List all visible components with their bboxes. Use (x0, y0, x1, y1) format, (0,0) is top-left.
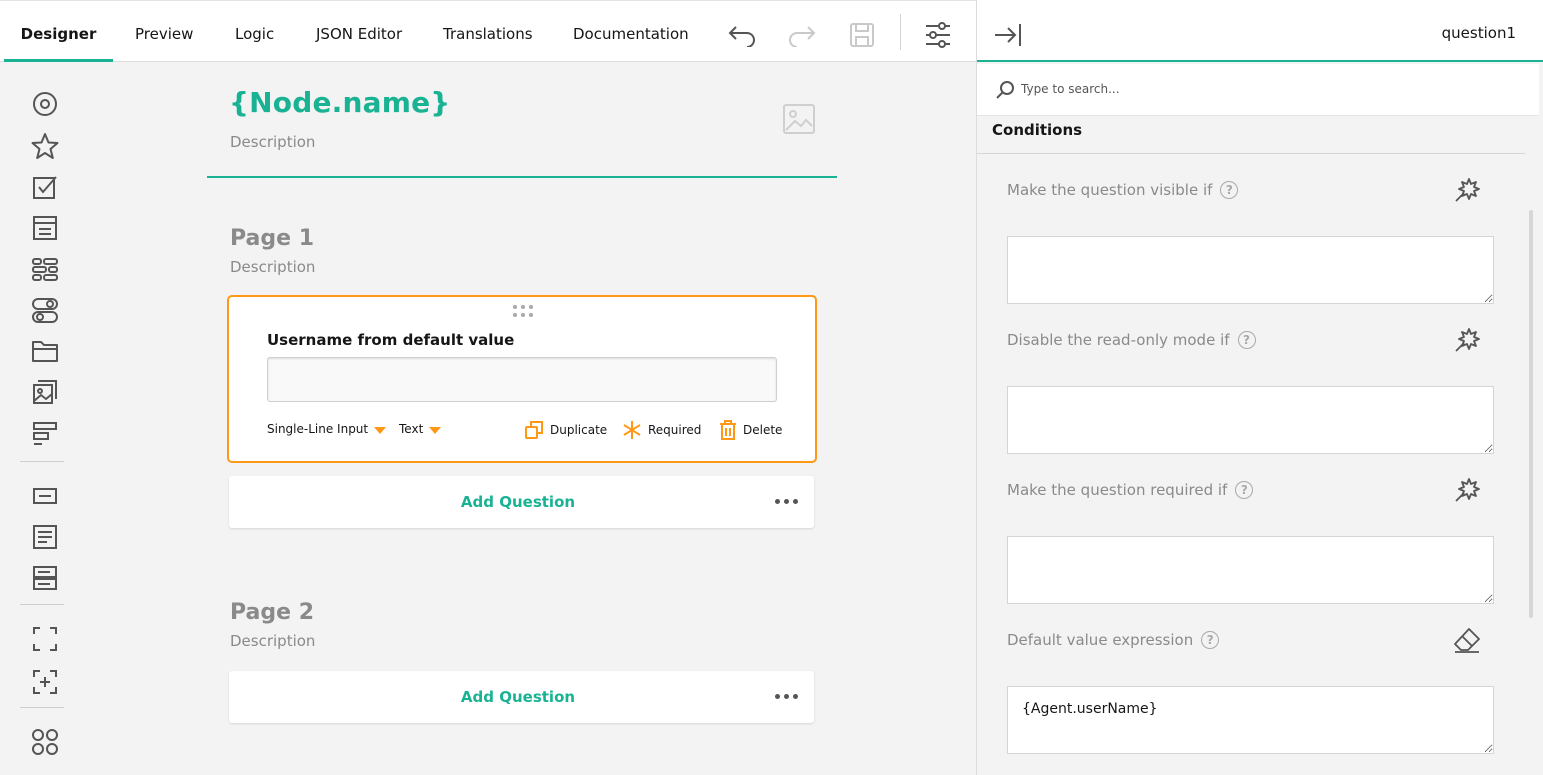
tab-preview[interactable]: Preview (135, 0, 193, 62)
tab-logic[interactable]: Logic (235, 0, 274, 62)
input-type-label: Text (399, 422, 424, 436)
required-label: Required (648, 423, 702, 437)
default-value-expression-label: Default value expression ? (1007, 631, 1220, 649)
more-options-icon[interactable] (775, 694, 798, 699)
top-toolbar: Designer Preview Logic JSON Editor Trans… (0, 0, 977, 62)
page-2-title[interactable]: Page 2 (230, 600, 314, 625)
panel-icon[interactable] (30, 624, 60, 654)
drag-handle-icon[interactable] (512, 303, 534, 322)
rating-icon[interactable] (30, 131, 60, 161)
enable-if-label: Disable the read-only mode if ? (1007, 331, 1256, 349)
add-question-button-page-1[interactable]: Add Question (229, 476, 814, 528)
required-if-label: Make the question required if ? (1007, 481, 1254, 499)
survey-title[interactable]: {Node.name} (229, 86, 450, 119)
help-icon[interactable]: ? (1237, 331, 1256, 349)
survey-description[interactable]: Description (230, 133, 315, 151)
boolean-icon[interactable] (30, 295, 60, 325)
conditions-section-header[interactable]: Conditions (977, 117, 1525, 154)
search-icon (995, 80, 1015, 104)
help-icon[interactable]: ? (1235, 481, 1254, 499)
tab-designer[interactable]: Designer (4, 0, 113, 62)
selected-element-name: question1 (1441, 24, 1516, 42)
save-icon[interactable] (847, 20, 877, 50)
more-options-icon[interactable] (775, 499, 798, 504)
property-grid-panel: question1 Conditions Make the question v… (976, 0, 1543, 775)
checkbox-icon[interactable] (30, 172, 60, 202)
chevron-down-icon (374, 427, 387, 434)
question-type-dropdown[interactable]: Single-Line Input (267, 422, 387, 436)
matrix-icon[interactable] (30, 727, 60, 757)
multiple-text-icon[interactable] (30, 563, 60, 593)
required-if-editor[interactable] (1007, 536, 1494, 604)
property-grid-header: question1 (977, 0, 1543, 62)
question-type-label: Single-Line Input (267, 422, 369, 436)
page-1-title[interactable]: Page 1 (230, 226, 314, 251)
help-icon[interactable]: ? (1220, 181, 1239, 199)
tab-json-editor[interactable]: JSON Editor (316, 0, 402, 62)
settings-sliders-icon[interactable] (923, 20, 953, 50)
add-question-button-page-2[interactable]: Add Question (229, 671, 814, 723)
add-question-label: Add Question (460, 688, 576, 706)
page-1-description[interactable]: Description (230, 258, 315, 276)
question-title[interactable]: Username from default value (267, 331, 514, 349)
header-divider (207, 176, 837, 178)
property-list: Conditions Make the question visible if … (977, 117, 1525, 775)
magic-wand-icon[interactable] (1452, 175, 1482, 205)
question-input-preview (267, 357, 777, 402)
delete-button[interactable]: Delete (719, 420, 782, 440)
image-picker-icon[interactable] (30, 377, 60, 407)
magic-wand-icon[interactable] (1452, 475, 1482, 505)
help-icon[interactable]: ? (1201, 631, 1220, 649)
required-toggle[interactable]: Required (622, 420, 701, 440)
dropdown-icon[interactable] (30, 213, 60, 243)
more-toolbox-icon[interactable] (30, 764, 60, 775)
undo-icon[interactable] (727, 20, 757, 50)
logo-placeholder-icon[interactable] (783, 104, 815, 134)
duplicate-icon (525, 421, 543, 439)
chevron-down-icon (429, 427, 442, 434)
question-card[interactable]: Username from default value Single-Line … (227, 295, 817, 463)
add-question-label: Add Question (460, 493, 576, 511)
eraser-icon[interactable] (1452, 625, 1482, 655)
property-search (977, 64, 1539, 116)
delete-label: Delete (743, 423, 783, 437)
visible-if-label: Make the question visible if ? (1007, 181, 1239, 199)
toolbar-divider (900, 14, 901, 50)
section-title: Conditions (992, 121, 1083, 139)
asterisk-icon (623, 421, 641, 439)
radiogroup-icon[interactable] (30, 89, 60, 119)
search-input[interactable] (1021, 82, 1501, 96)
comment-icon[interactable] (30, 522, 60, 552)
tagbox-icon[interactable] (30, 254, 60, 284)
ranking-icon[interactable] (30, 418, 60, 448)
duplicate-button[interactable]: Duplicate (524, 420, 607, 440)
collapse-panel-icon[interactable] (993, 22, 1023, 52)
input-type-dropdown[interactable]: Text (399, 422, 442, 436)
page-2-description[interactable]: Description (230, 632, 315, 650)
magic-wand-icon[interactable] (1452, 325, 1482, 355)
survey-creator-app: Designer Preview Logic JSON Editor Trans… (0, 0, 1543, 775)
file-icon[interactable] (30, 336, 60, 366)
trash-icon (720, 420, 736, 440)
default-value-expression-editor[interactable] (1007, 686, 1494, 754)
redo-icon[interactable] (787, 20, 817, 50)
tab-translations[interactable]: Translations (443, 0, 533, 62)
enable-if-editor[interactable] (1007, 386, 1494, 454)
text-input-icon[interactable] (30, 481, 60, 511)
visible-if-editor[interactable] (1007, 236, 1494, 304)
panel-scrollbar[interactable] (1529, 210, 1533, 618)
dynamic-panel-icon[interactable] (30, 667, 60, 697)
duplicate-label: Duplicate (550, 423, 608, 437)
tab-documentation[interactable]: Documentation (573, 0, 689, 62)
